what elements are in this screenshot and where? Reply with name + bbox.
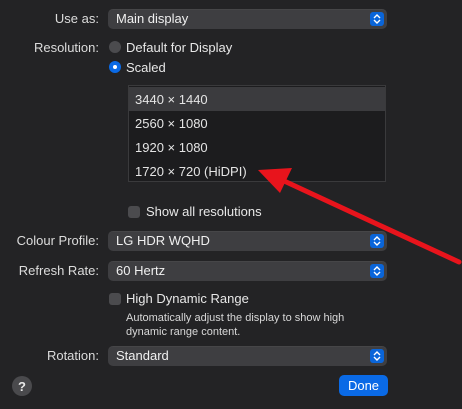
- use-as-label: Use as:: [54, 11, 99, 26]
- colour-profile-value: LG HDR WQHD: [116, 233, 210, 248]
- resolution-option[interactable]: 3440 × 1440: [129, 87, 385, 111]
- resolution-option[interactable]: 1720 × 720 (HiDPI): [129, 159, 385, 183]
- high-dynamic-range-label: High Dynamic Range: [126, 291, 249, 306]
- default-for-display-label: Default for Display: [126, 40, 233, 55]
- up-down-chevron-icon: [370, 12, 384, 26]
- show-all-resolutions-label: Show all resolutions: [146, 204, 262, 219]
- rotation-label: Rotation:: [46, 348, 99, 363]
- resolution-list[interactable]: 3440 × 1440 2560 × 1080 1920 × 1080 1720…: [128, 85, 386, 182]
- up-down-chevron-icon: [370, 234, 384, 248]
- use-as-value: Main display: [116, 11, 189, 26]
- refresh-rate-value: 60 Hertz: [116, 263, 166, 278]
- up-down-chevron-icon: [370, 264, 384, 278]
- radio-scaled[interactable]: [109, 61, 121, 73]
- rotation-popup[interactable]: Standard: [108, 346, 387, 366]
- resolution-label: Resolution:: [33, 40, 99, 55]
- up-down-chevron-icon: [370, 349, 384, 363]
- hdr-description-line-2: dynamic range content.: [126, 326, 241, 338]
- hdr-description-line-1: Automatically adjust the display to show…: [126, 312, 345, 324]
- use-as-popup[interactable]: Main display: [108, 9, 387, 29]
- refresh-rate-label: Refresh Rate:: [18, 263, 99, 278]
- scaled-label: Scaled: [126, 60, 166, 75]
- show-all-resolutions-checkbox[interactable]: [128, 206, 140, 218]
- rotation-value: Standard: [116, 348, 169, 363]
- high-dynamic-range-checkbox[interactable]: [109, 293, 121, 305]
- refresh-rate-popup[interactable]: 60 Hertz: [108, 261, 387, 281]
- done-button[interactable]: Done: [339, 375, 388, 396]
- colour-profile-label: Colour Profile:: [16, 233, 99, 248]
- radio-default-for-display[interactable]: [109, 41, 121, 53]
- resolution-option[interactable]: 2560 × 1080: [129, 111, 385, 135]
- help-button[interactable]: ?: [12, 376, 32, 396]
- resolution-option[interactable]: 1920 × 1080: [129, 135, 385, 159]
- colour-profile-popup[interactable]: LG HDR WQHD: [108, 231, 387, 251]
